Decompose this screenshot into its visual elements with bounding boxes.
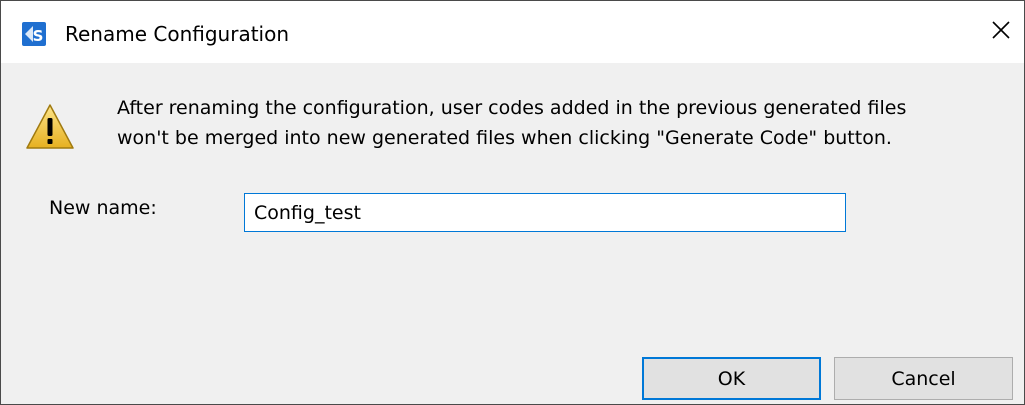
warning-message-line-2: won't be merged into new generated files…	[117, 127, 892, 149]
warning-message: After renaming the configuration, user c…	[117, 93, 906, 153]
new-name-input[interactable]	[244, 193, 846, 232]
new-name-label: New name:	[49, 197, 157, 219]
ok-button[interactable]: OK	[642, 357, 821, 400]
app-logo-icon: S	[22, 22, 46, 46]
title-bar: S Rename Configuration	[1, 1, 1024, 63]
close-button[interactable]	[978, 1, 1024, 63]
rename-configuration-dialog: S Rename Configuration After renaming th…	[0, 0, 1025, 405]
warning-message-line-1: After renaming the configuration, user c…	[117, 97, 907, 119]
svg-text:S: S	[33, 27, 44, 45]
cancel-button[interactable]: Cancel	[834, 357, 1013, 400]
close-icon	[991, 20, 1011, 44]
warning-icon	[25, 102, 75, 152]
window-title: Rename Configuration	[65, 22, 290, 46]
